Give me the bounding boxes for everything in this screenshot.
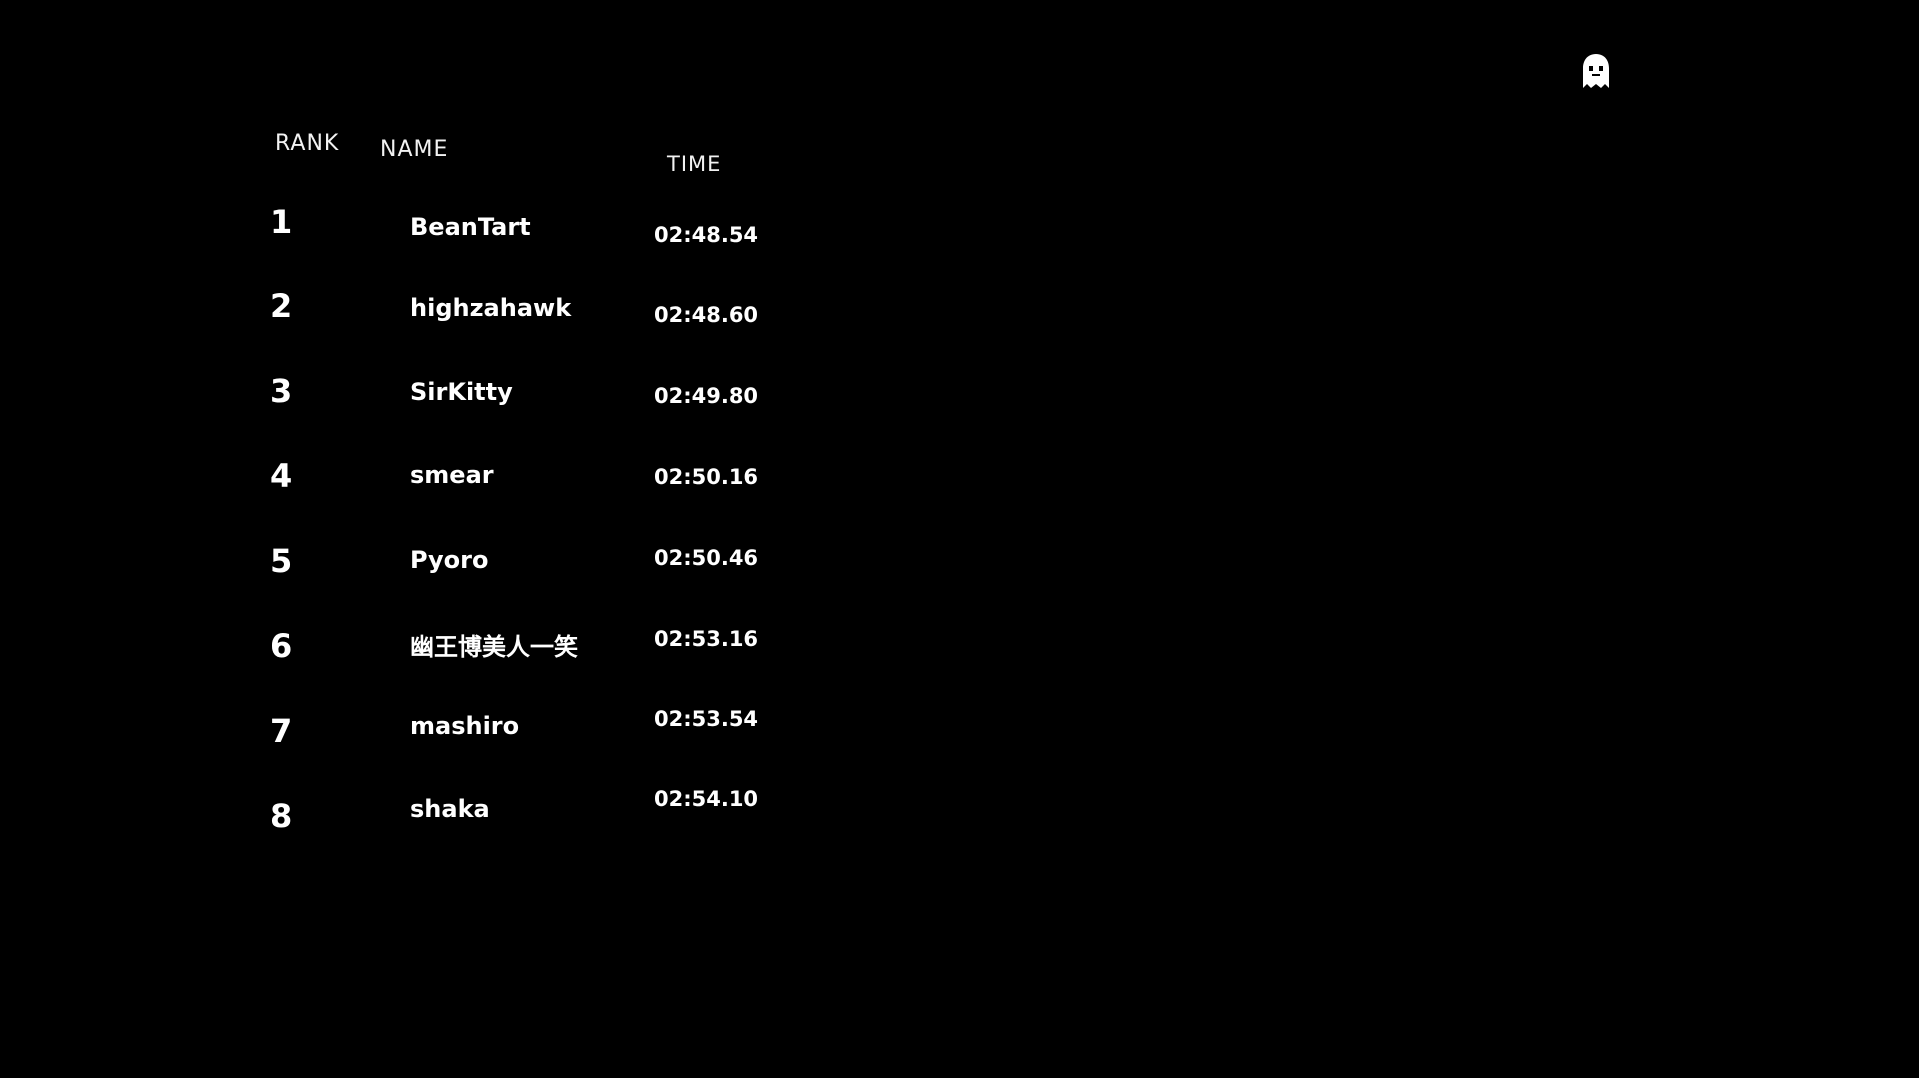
leaderboard-row: 1 BeanTart 02:48.54 [0,203,900,263]
player-time: 02:53.16 [654,627,759,651]
player-time: 02:50.16 [654,465,759,489]
player-time: 02:49.80 [654,384,759,408]
player-name: 幽王博美人一笑 [410,633,578,661]
player-time: 02:53.54 [654,707,759,731]
name-column-header: NAME [380,137,449,162]
player-name: BeanTart [410,213,531,241]
rank-number: 3 [270,372,293,410]
leaderboard-row: 3 SirKitty 02:49.80 [0,372,900,432]
player-name: shaka [410,795,490,823]
time-column-header: TIME [667,152,722,176]
leaderboard-row: 6 幽王博美人一笑 02:53.16 [0,627,900,687]
rank-number: 8 [270,797,293,835]
player-time: 02:48.60 [654,303,759,327]
player-name: highzahawk [410,294,572,322]
leaderboard-row: 7 mashiro 02:53.54 [0,707,900,772]
leaderboard-row: 4 smear 02:50.16 [0,457,900,517]
rank-column-header: RANK [275,131,340,156]
player-name: SirKitty [410,378,513,406]
leaderboard-row: 2 highzahawk 02:48.60 [0,287,900,347]
leaderboard-row: 8 shaka 02:54.10 [0,787,900,857]
player-name: smear [410,461,494,489]
rank-number: 6 [270,627,293,665]
player-time: 02:54.10 [654,787,759,811]
player-name: mashiro [410,712,520,740]
player-time: 02:50.46 [654,546,759,570]
rank-number: 5 [270,542,293,580]
player-time: 02:48.54 [654,223,759,247]
ghost-icon [1580,52,1612,92]
rank-number: 4 [270,457,293,495]
leaderboard-screen: RANK NAME TIME 1 BeanTart 02:48.54 2 hig… [0,0,1919,1078]
rank-number: 7 [270,712,293,750]
player-name: Pyoro [410,546,489,574]
leaderboard-row: 5 Pyoro 02:50.46 [0,542,900,602]
rank-number: 1 [270,203,293,241]
rank-number: 2 [270,287,293,325]
